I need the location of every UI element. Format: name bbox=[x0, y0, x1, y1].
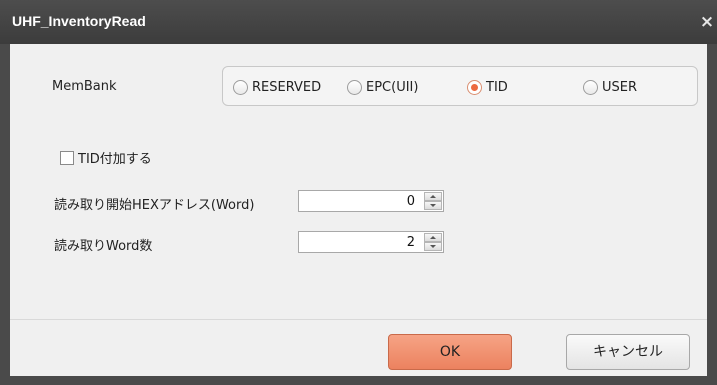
word-count-stepper[interactable]: 2 bbox=[298, 231, 444, 253]
radio-epc-circle[interactable] bbox=[347, 79, 362, 95]
title-bar: UHF_InventoryRead × bbox=[0, 0, 717, 44]
word-count-down-icon[interactable] bbox=[424, 242, 442, 251]
word-count-value: 2 bbox=[406, 235, 415, 250]
word-count-up-icon[interactable] bbox=[424, 233, 442, 242]
membank-radio-group: RESERVED EPC(UII) TID USER bbox=[222, 66, 698, 106]
tid-append-checkbox-box[interactable] bbox=[60, 150, 74, 165]
window-title: UHF_InventoryRead bbox=[12, 13, 146, 29]
tid-append-label: TID付加する bbox=[78, 152, 152, 167]
radio-tid-label: TID bbox=[486, 79, 508, 95]
radio-reserved-label: RESERVED bbox=[252, 79, 322, 95]
membank-label: MemBank bbox=[52, 79, 117, 94]
radio-user[interactable]: USER bbox=[583, 77, 637, 97]
radio-reserved[interactable]: RESERVED bbox=[233, 77, 321, 97]
cancel-button[interactable]: キャンセル bbox=[566, 334, 690, 370]
ok-button[interactable]: OK bbox=[388, 334, 512, 370]
start-address-down-icon[interactable] bbox=[424, 201, 442, 210]
radio-user-label: USER bbox=[602, 79, 638, 95]
radio-epc[interactable]: EPC(UII) bbox=[347, 77, 418, 97]
radio-tid-circle[interactable] bbox=[467, 79, 482, 95]
start-address-stepper[interactable]: 0 bbox=[298, 190, 444, 212]
start-address-label: 読み取り開始HEXアドレス(Word) bbox=[54, 198, 255, 213]
start-address-spin-buttons bbox=[424, 192, 442, 210]
window-border-bottom bbox=[0, 376, 717, 385]
radio-user-circle[interactable] bbox=[583, 79, 598, 95]
start-address-up-icon[interactable] bbox=[424, 192, 442, 201]
dialog-window: UHF_InventoryRead × MemBank RESERVED EPC… bbox=[0, 0, 717, 385]
close-icon[interactable]: × bbox=[697, 8, 717, 36]
start-address-value: 0 bbox=[406, 194, 415, 209]
radio-epc-label: EPC(UII) bbox=[366, 79, 419, 95]
word-count-label: 読み取りWord数 bbox=[54, 239, 153, 254]
word-count-spin-buttons bbox=[424, 233, 442, 251]
radio-reserved-circle[interactable] bbox=[233, 79, 248, 95]
tid-append-checkbox[interactable]: TID付加する bbox=[60, 148, 152, 167]
radio-tid[interactable]: TID bbox=[467, 77, 508, 97]
